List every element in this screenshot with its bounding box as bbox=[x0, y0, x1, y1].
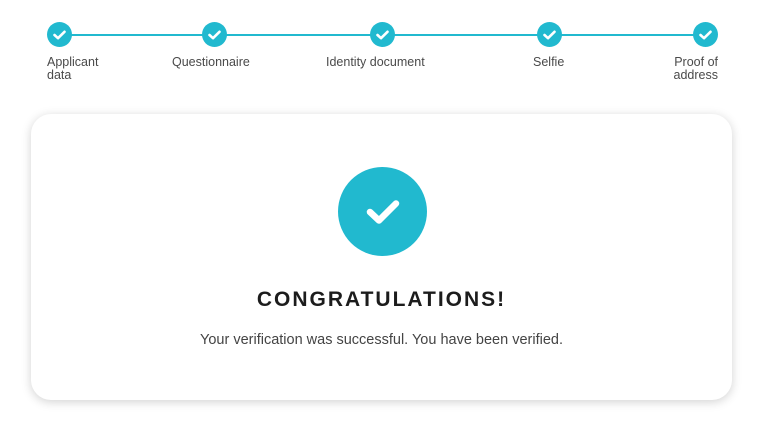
step-questionnaire-check-icon bbox=[202, 22, 227, 47]
step-label-selfie: Selfie bbox=[533, 55, 565, 69]
step-applicant-data-check-icon bbox=[47, 22, 72, 47]
step-label-identity-document: Identity document bbox=[326, 55, 425, 69]
step-proof-of-address-check-icon bbox=[693, 22, 718, 47]
verification-result-card: CONGRATULATIONS! Your verification was s… bbox=[31, 114, 732, 400]
step-selfie-check-icon bbox=[537, 22, 562, 47]
step-label-questionnaire: Questionnaire bbox=[172, 55, 250, 69]
step-label-proof-of-address: Proof of address bbox=[673, 55, 718, 82]
result-title: CONGRATULATIONS! bbox=[256, 288, 507, 311]
step-identity-document-check-icon bbox=[370, 22, 395, 47]
step-label-applicant-data: Applicant data bbox=[47, 55, 99, 82]
success-check-icon bbox=[338, 167, 427, 256]
result-message: Your verification was successful. You ha… bbox=[200, 332, 563, 348]
progress-stepper: Applicant data Questionnaire Identity do… bbox=[0, 0, 770, 100]
